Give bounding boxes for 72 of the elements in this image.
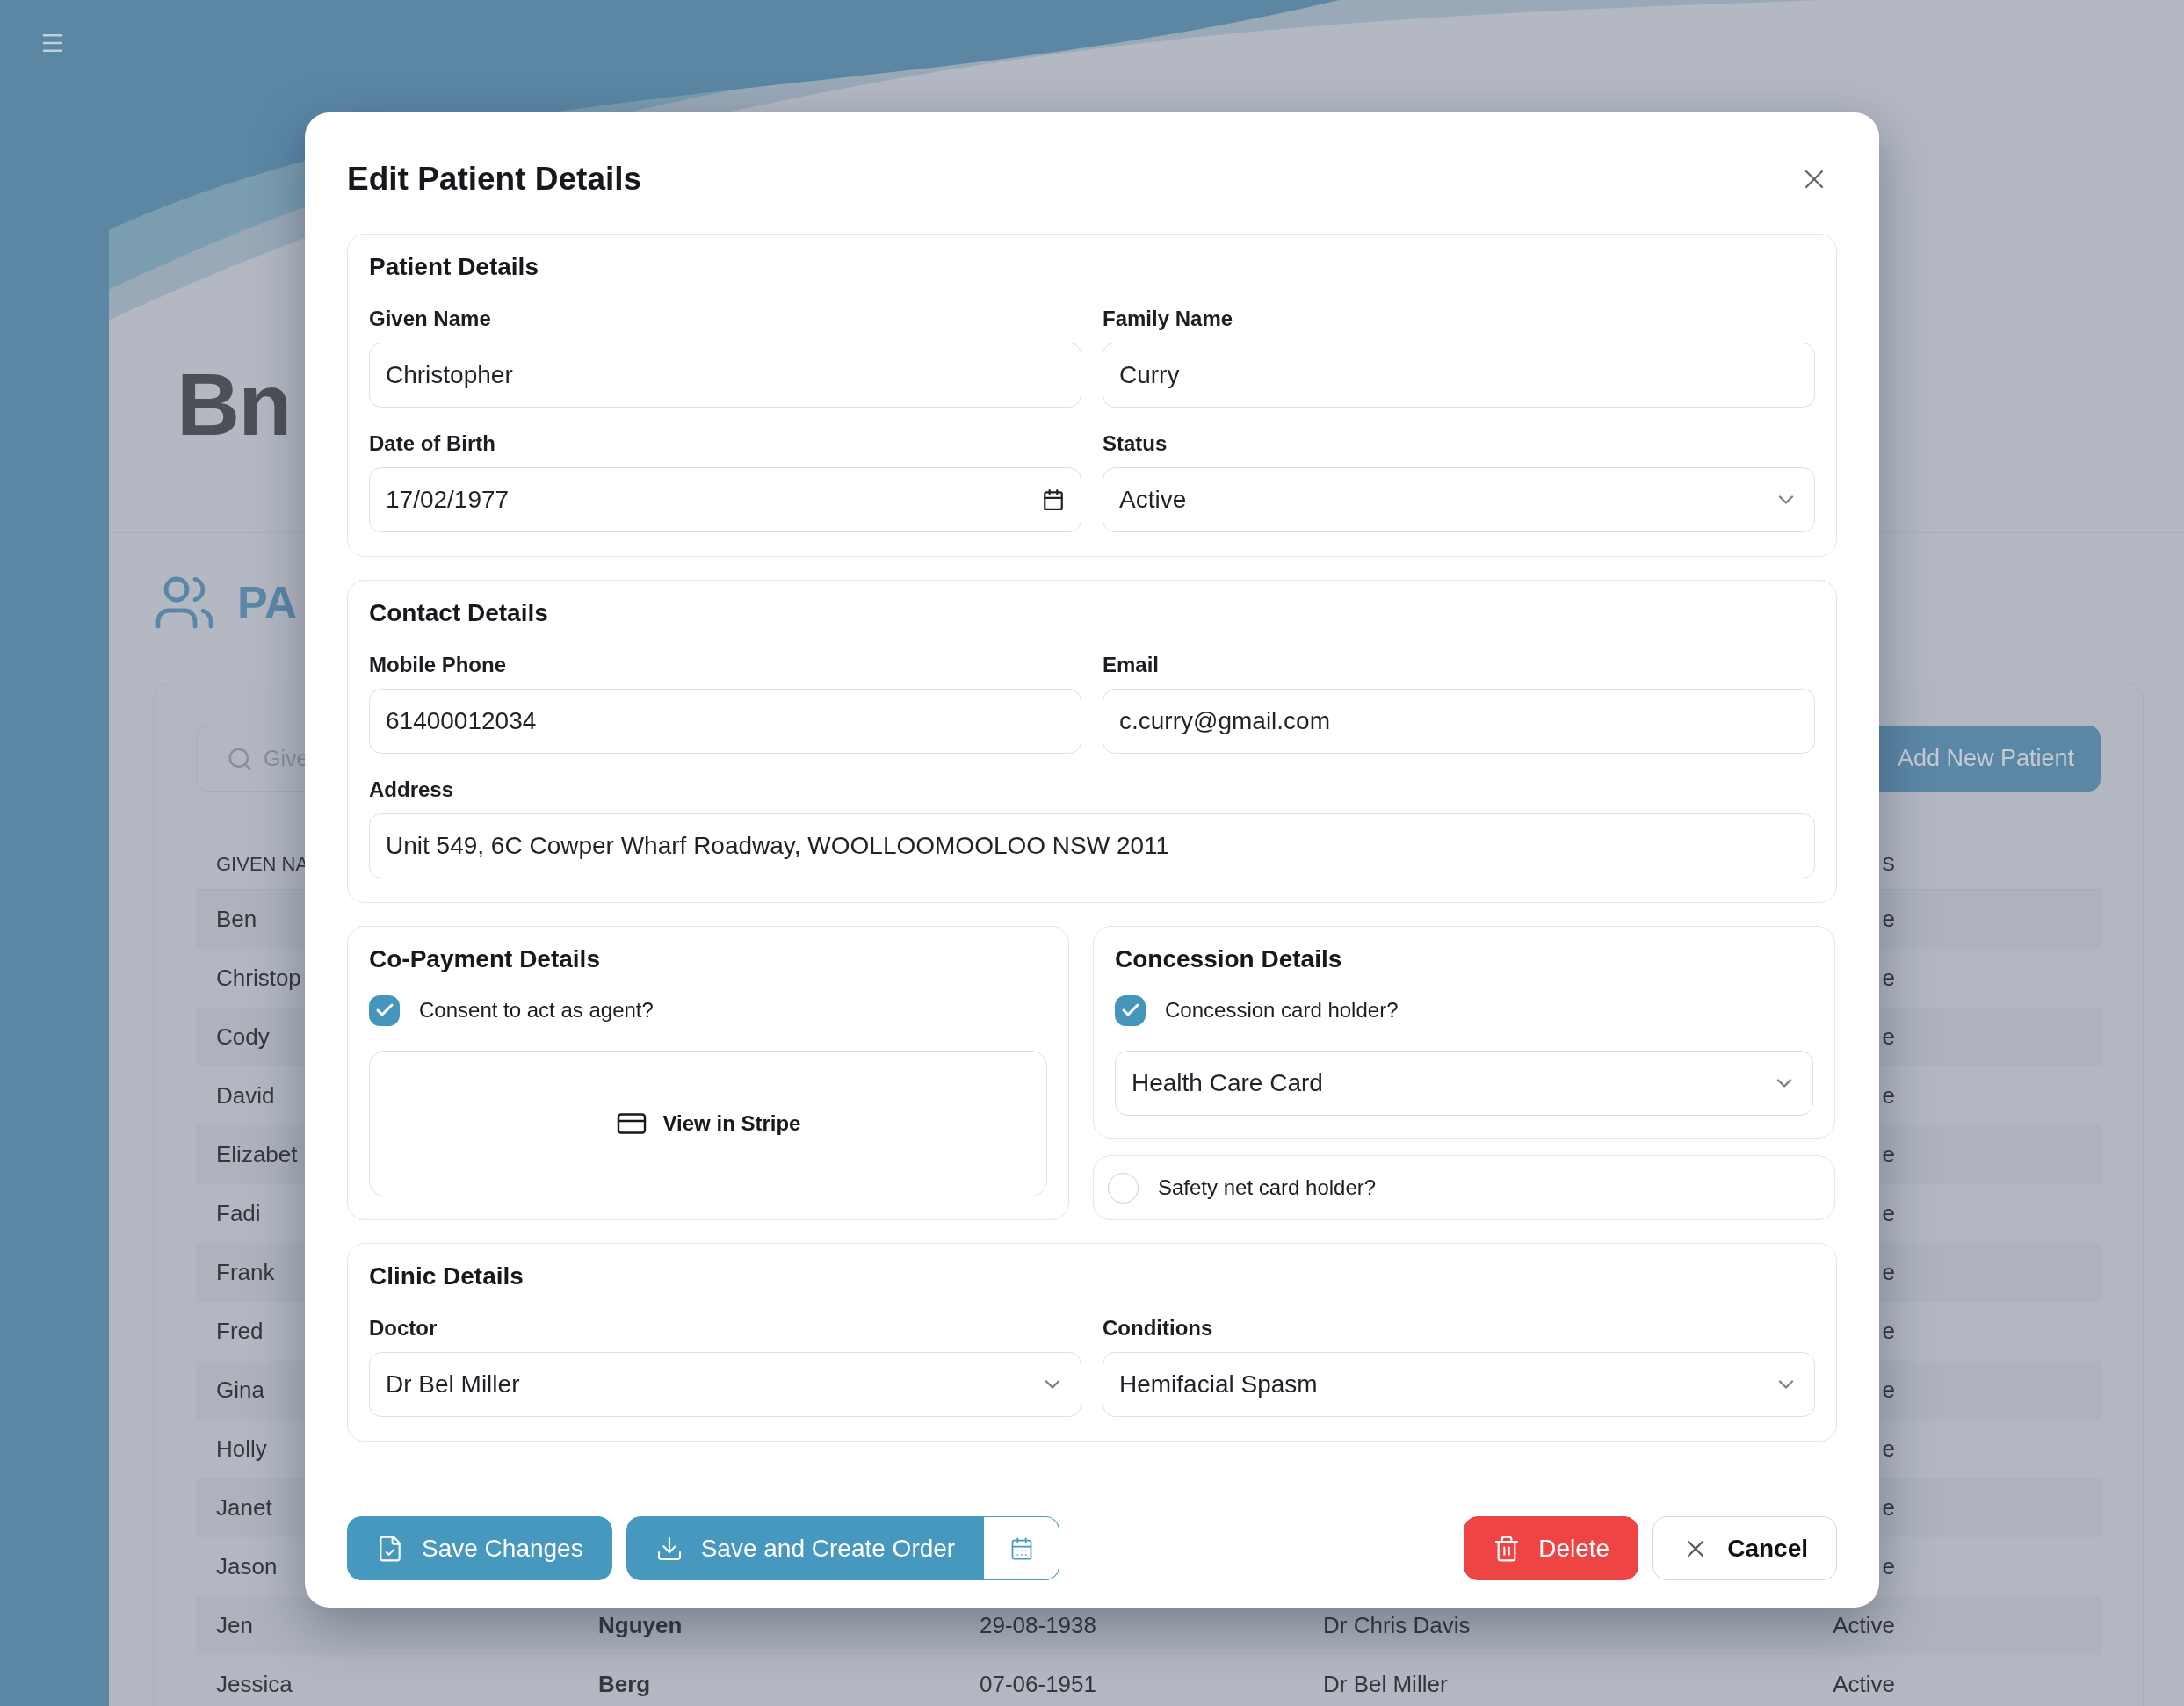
table-cell: Holly xyxy=(216,1435,267,1463)
select-field[interactable]: Active xyxy=(1103,467,1815,532)
column-header: S xyxy=(1882,852,1895,876)
table-cell: Nguyen xyxy=(598,1612,683,1639)
field-label: Status xyxy=(1103,430,1168,457)
section-heading: Concession Details xyxy=(1115,944,1343,974)
table-cell: Jen xyxy=(216,1612,253,1639)
section-heading: Contact Details xyxy=(369,598,549,628)
field-label: Date of Birth xyxy=(369,430,496,457)
table-cell: Christop xyxy=(216,965,301,992)
table-cell: Dr Bel Miller xyxy=(1323,1671,1448,1698)
view-in-stripe-button[interactable]: View in Stripe xyxy=(369,1051,1047,1196)
table-cell: Frank xyxy=(216,1259,275,1286)
table-cell: Cody xyxy=(216,1023,270,1051)
checkbox[interactable] xyxy=(369,994,400,1026)
field-label: Family Name xyxy=(1103,306,1234,332)
section-heading: Patient Details xyxy=(369,252,539,282)
table-cell: Active xyxy=(1833,1612,1895,1639)
table-cell: 07-06-1951 xyxy=(980,1671,1096,1698)
logo-text: Bn xyxy=(177,360,291,448)
delete-button[interactable]: Delete xyxy=(1464,1516,1639,1580)
section-heading: Clinic Details xyxy=(369,1261,524,1291)
checkbox-label: Consent to act as agent? xyxy=(419,998,654,1023)
checkbox[interactable] xyxy=(1115,994,1146,1026)
table-cell: Fadi xyxy=(216,1200,261,1227)
table-cell: e xyxy=(1882,1435,1895,1463)
table-cell: Ben xyxy=(216,906,257,933)
table-cell: e xyxy=(1882,1141,1895,1168)
field-label: Mobile Phone xyxy=(369,652,507,678)
table-cell: e xyxy=(1882,1259,1895,1286)
field-label: Email xyxy=(1103,652,1161,678)
text-field[interactable]: Unit 549, 6C Cowper Wharf Roadway, WOOLLOOMOOLOO NSW 2011 xyxy=(369,813,1815,878)
section-heading: Co-Payment Details xyxy=(369,944,601,974)
table-cell: e xyxy=(1882,1082,1895,1110)
table-cell: Dr Chris Davis xyxy=(1323,1612,1471,1639)
table-cell: David xyxy=(216,1082,275,1110)
select-field[interactable]: Hemifacial Spasm xyxy=(1103,1352,1815,1417)
table-cell: e xyxy=(1882,965,1895,992)
checkbox-label: Safety net card holder? xyxy=(1158,1175,1377,1200)
checkbox-label: Concession card holder? xyxy=(1165,998,1399,1023)
table-cell: e xyxy=(1882,906,1895,933)
table-cell: e xyxy=(1882,1553,1895,1580)
table-cell: e xyxy=(1882,1200,1895,1227)
field-label: Doctor xyxy=(369,1315,438,1341)
schedule-button[interactable] xyxy=(984,1516,1060,1580)
dialog-title: Edit Patient Details xyxy=(347,161,642,198)
table-cell: e xyxy=(1882,1377,1895,1404)
page-heading: PA xyxy=(237,576,298,629)
table-cell: e xyxy=(1882,1494,1895,1522)
table-row[interactable]: Jessica Berg 07-06-1951 Dr Bel Miller Active xyxy=(196,1655,2101,1706)
text-field[interactable]: c.curry@gmail.com xyxy=(1103,689,1815,754)
select-field[interactable]: Health Care Card xyxy=(1115,1051,1813,1116)
text-field[interactable]: Christopher xyxy=(369,343,1081,408)
calendar-icon[interactable] xyxy=(1042,488,1065,511)
date-field[interactable]: 17/02/1977 xyxy=(369,467,1081,532)
text-field[interactable]: 61400012034 xyxy=(369,689,1081,754)
field-label: Address xyxy=(369,777,455,803)
cancel-button[interactable]: Cancel xyxy=(1652,1516,1837,1580)
field-label: Given Name xyxy=(369,306,492,332)
table-cell: Elizabet xyxy=(216,1141,298,1168)
table-cell: Janet xyxy=(216,1494,272,1522)
table-cell: Jason xyxy=(216,1553,278,1580)
select-field[interactable]: Dr Bel Miller xyxy=(369,1352,1081,1417)
checkbox[interactable] xyxy=(1108,1172,1139,1204)
text-field[interactable]: Curry xyxy=(1103,343,1815,408)
table-cell: 29-08-1938 xyxy=(980,1612,1096,1639)
table-cell: e xyxy=(1882,1023,1895,1051)
table-cell: Active xyxy=(1833,1671,1895,1698)
field-label: Conditions xyxy=(1103,1315,1214,1341)
table-cell: Jessica xyxy=(216,1671,293,1698)
table-cell: Gina xyxy=(216,1377,264,1404)
table-cell: Berg xyxy=(598,1671,651,1698)
